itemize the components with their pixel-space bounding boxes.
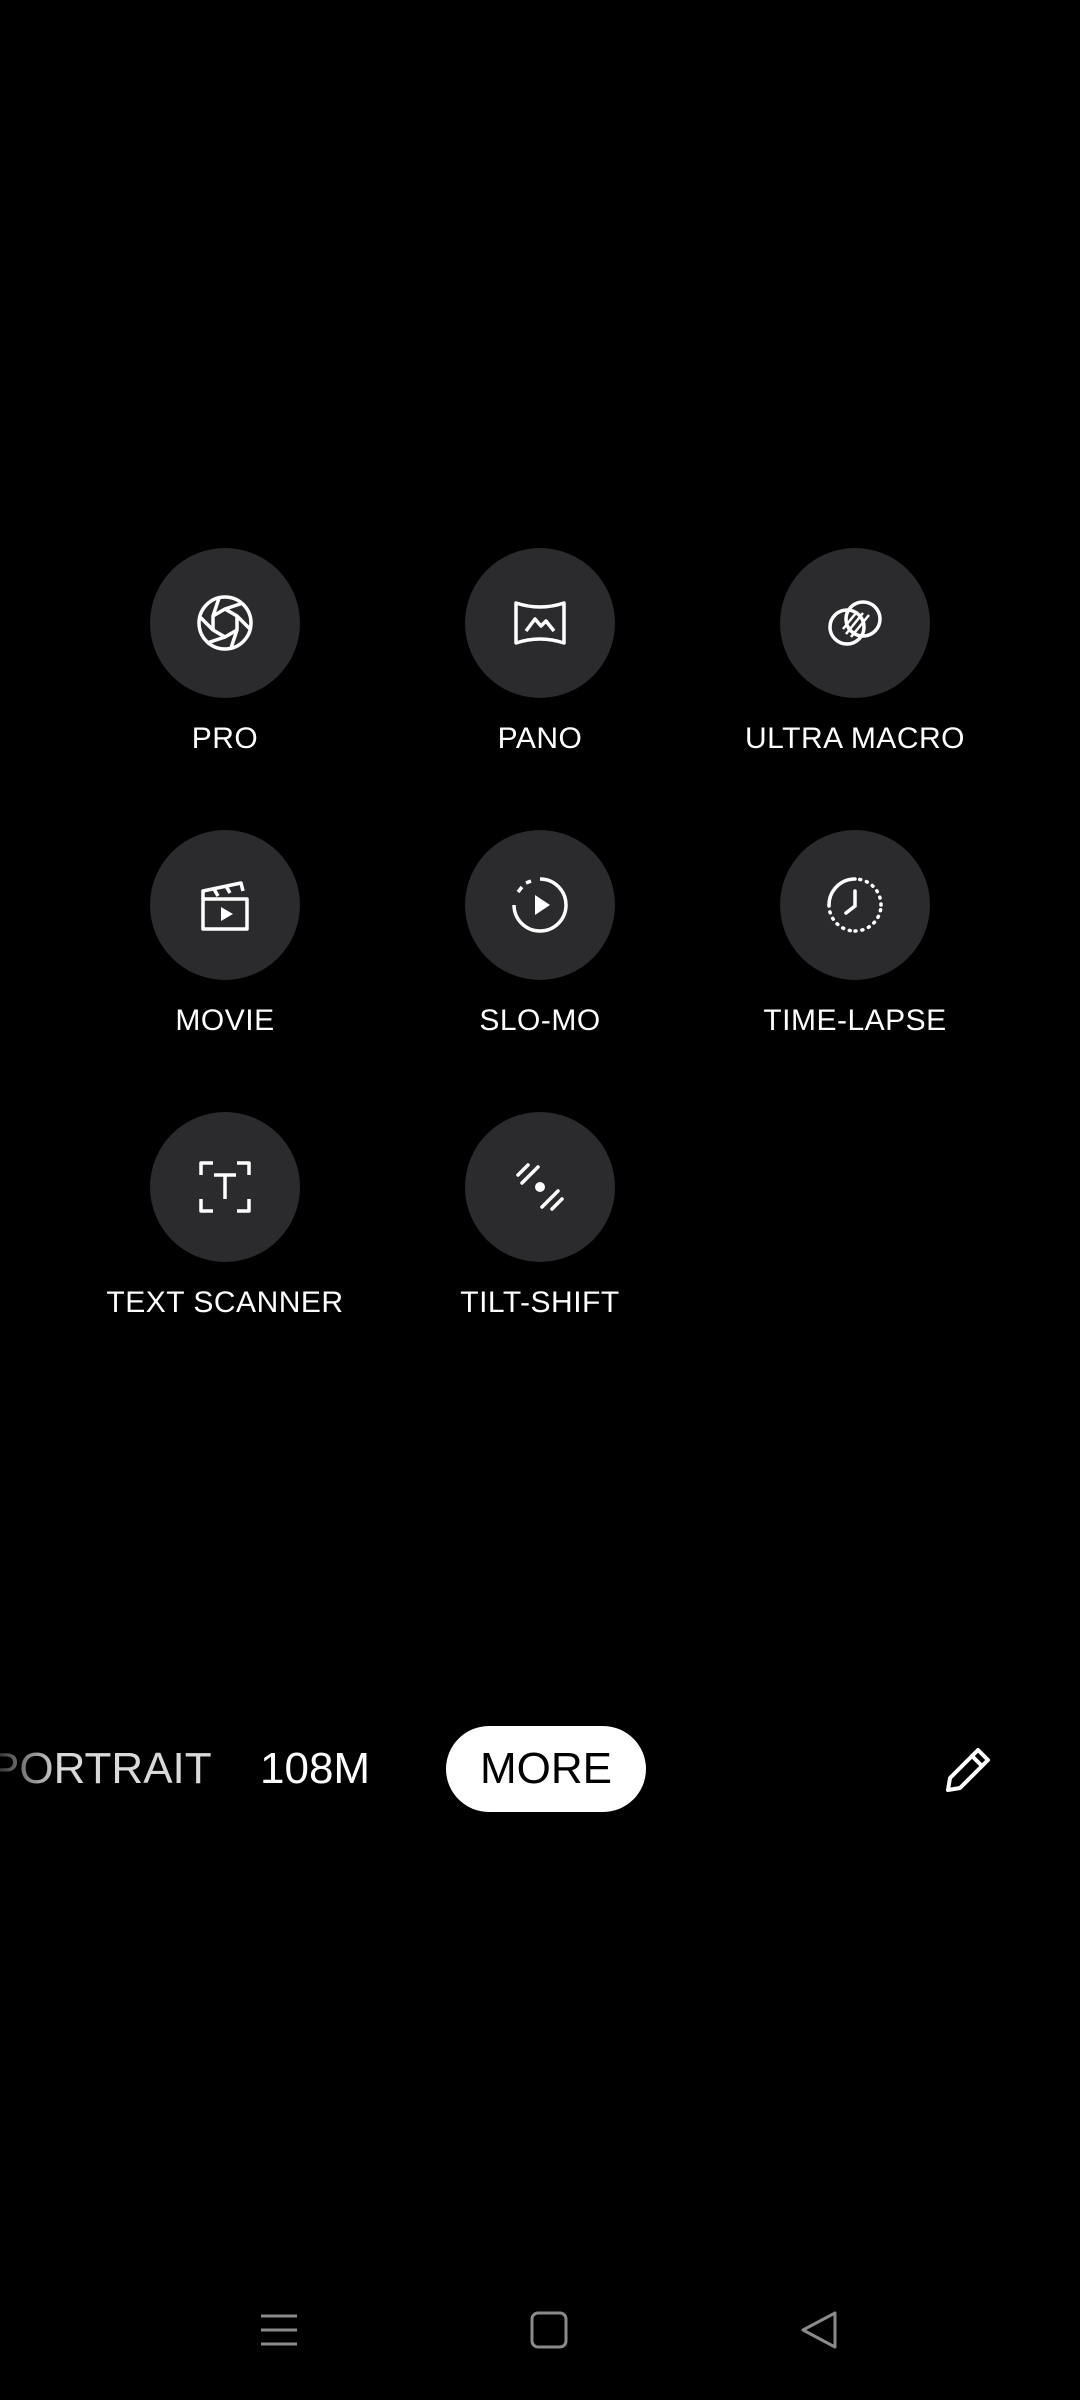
mode-text-scanner[interactable]: TEXT SCANNER xyxy=(75,1112,375,1320)
mode-ultra-macro-label: ULTRA MACRO xyxy=(745,722,965,755)
mode-movie[interactable]: MOVIE xyxy=(75,830,375,1038)
mode-pano-label: PANO xyxy=(497,722,583,755)
mode-time-lapse-label: TIME-LAPSE xyxy=(763,1004,947,1037)
clapperboard-icon xyxy=(201,881,249,931)
mode-tab-more[interactable]: MORE xyxy=(446,1726,646,1812)
mode-slo-mo[interactable]: SLO-MO xyxy=(390,830,690,1038)
ultra-macro-icon xyxy=(828,600,882,646)
mode-tilt-shift-button[interactable] xyxy=(465,1112,615,1262)
back-icon xyxy=(801,2311,837,2349)
mode-pro-label: PRO xyxy=(191,722,259,755)
mode-tilt-shift-label: TILT-SHIFT xyxy=(460,1286,620,1319)
mode-text-scanner-button[interactable] xyxy=(150,1112,300,1262)
mode-ultra-macro-button[interactable] xyxy=(780,548,930,698)
text-scanner-icon xyxy=(199,1161,251,1213)
pencil-icon xyxy=(946,1748,990,1792)
slow-motion-icon xyxy=(512,877,568,933)
home-icon xyxy=(530,2311,568,2349)
mode-time-lapse[interactable]: TIME-LAPSE xyxy=(705,830,1005,1038)
camera-mode-selector[interactable]: PORTRAIT 108M MORE xyxy=(0,1726,1080,1812)
mode-time-lapse-button[interactable] xyxy=(780,830,930,980)
nav-back-button[interactable] xyxy=(789,2302,849,2358)
mode-pro[interactable]: PRO xyxy=(75,548,375,756)
mode-text-scanner-label: TEXT SCANNER xyxy=(106,1286,344,1319)
system-navigation-bar xyxy=(0,2290,1080,2370)
mode-movie-button[interactable] xyxy=(150,830,300,980)
mode-pano-button[interactable] xyxy=(465,548,615,698)
mode-slo-mo-label: SLO-MO xyxy=(479,1004,601,1037)
mode-pro-button[interactable] xyxy=(150,548,300,698)
mode-ultra-macro[interactable]: ULTRA MACRO xyxy=(705,548,1005,756)
menu-icon xyxy=(261,2314,297,2346)
tilt-shift-icon xyxy=(516,1163,564,1211)
mode-tilt-shift[interactable]: TILT-SHIFT xyxy=(390,1112,690,1320)
mode-movie-label: MOVIE xyxy=(175,1004,275,1037)
nav-menu-button[interactable] xyxy=(249,2302,309,2358)
mode-tab-108m[interactable]: 108M xyxy=(260,1726,370,1812)
nav-home-button[interactable] xyxy=(519,2302,579,2358)
edit-modes-button[interactable] xyxy=(936,1738,1000,1802)
aperture-icon xyxy=(197,595,253,651)
mode-pano[interactable]: PANO xyxy=(390,548,690,756)
panorama-icon xyxy=(514,601,566,645)
mode-slo-mo-button[interactable] xyxy=(465,830,615,980)
mode-tab-portrait[interactable]: PORTRAIT xyxy=(0,1726,212,1812)
time-lapse-icon xyxy=(827,877,883,933)
